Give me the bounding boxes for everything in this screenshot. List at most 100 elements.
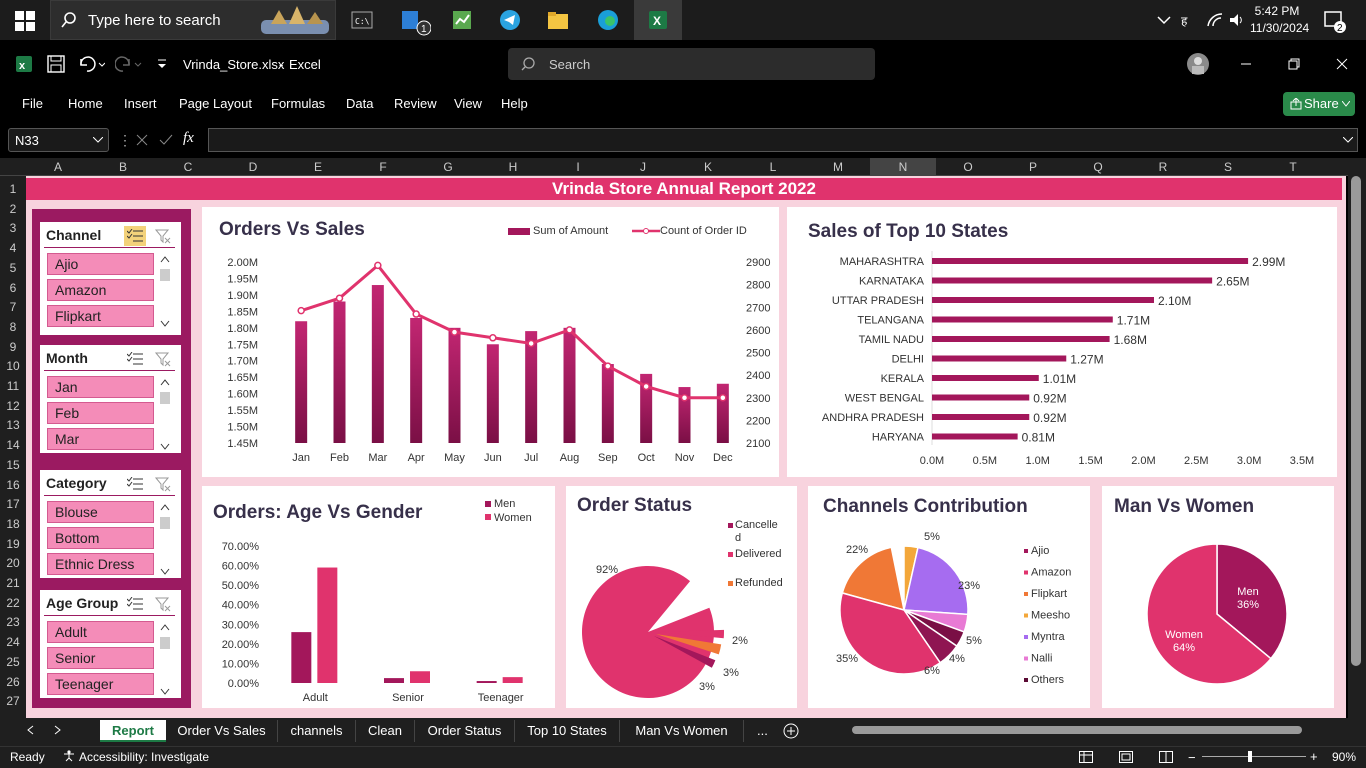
- slicer-item[interactable]: Ethnic Dress: [47, 553, 154, 575]
- slicer-item[interactable]: Flipkart: [47, 305, 154, 327]
- insert-function-button[interactable]: fx: [183, 130, 194, 147]
- clear-filter-icon[interactable]: [154, 227, 172, 245]
- column-header[interactable]: B: [113, 160, 133, 174]
- customize-toolbar-icon[interactable]: [154, 56, 170, 72]
- menu-review[interactable]: Review: [394, 96, 437, 111]
- row-header[interactable]: 25: [0, 655, 26, 669]
- task-view-icon[interactable]: 1: [398, 6, 432, 36]
- column-header[interactable]: E: [308, 160, 328, 174]
- vertical-scroll-thumb[interactable]: [1351, 176, 1361, 666]
- sheet-tab[interactable]: Report: [100, 720, 166, 742]
- row-header[interactable]: 9: [0, 340, 26, 354]
- add-sheet-icon[interactable]: [782, 722, 800, 740]
- row-header[interactable]: 16: [0, 478, 26, 492]
- row-header[interactable]: 19: [0, 537, 26, 551]
- row-header[interactable]: 13: [0, 418, 26, 432]
- column-header[interactable]: G: [438, 160, 458, 174]
- row-header[interactable]: 6: [0, 281, 26, 295]
- row-header[interactable]: 3: [0, 221, 26, 235]
- row-header[interactable]: 2: [0, 202, 26, 216]
- column-header[interactable]: J: [633, 160, 653, 174]
- slicer-item[interactable]: Ajio: [47, 253, 154, 275]
- more-sheets[interactable]: ...: [757, 720, 768, 742]
- row-header[interactable]: 17: [0, 497, 26, 511]
- slicer-scrollbar[interactable]: [159, 254, 171, 329]
- zoom-level[interactable]: 90%: [1332, 750, 1356, 764]
- enter-check-icon[interactable]: [158, 132, 174, 148]
- edge-browser-icon[interactable]: [596, 8, 620, 32]
- row-header[interactable]: 8: [0, 320, 26, 334]
- clear-filter-icon[interactable]: [154, 475, 172, 493]
- column-header[interactable]: C: [178, 160, 198, 174]
- wifi-icon[interactable]: [1206, 11, 1224, 29]
- menu-formulas[interactable]: Formulas: [271, 96, 325, 111]
- cancel-x-icon[interactable]: [134, 132, 150, 148]
- row-header[interactable]: 27: [0, 694, 26, 708]
- column-header[interactable]: T: [1283, 160, 1303, 174]
- zoom-slider[interactable]: [1202, 756, 1306, 757]
- row-header[interactable]: 20: [0, 556, 26, 570]
- sheet-tab[interactable]: Man Vs Women: [620, 720, 744, 742]
- menu-file[interactable]: File: [22, 96, 43, 111]
- file-explorer-icon[interactable]: [546, 8, 570, 32]
- zoom-out-button[interactable]: −: [1188, 750, 1196, 765]
- slicer-item[interactable]: Amazon: [47, 279, 154, 301]
- slicer-scrollbar[interactable]: [159, 502, 171, 575]
- row-header[interactable]: 1: [0, 182, 26, 196]
- slicer-item[interactable]: Senior: [47, 647, 154, 669]
- notepad-chart-icon[interactable]: [450, 8, 474, 32]
- row-header[interactable]: 14: [0, 438, 26, 452]
- slicer-item[interactable]: Bottom: [47, 527, 154, 549]
- chevron-up-icon[interactable]: [1156, 12, 1172, 28]
- clear-filter-icon[interactable]: [154, 350, 172, 368]
- slicer-item[interactable]: Adult: [47, 621, 154, 643]
- row-header[interactable]: 12: [0, 399, 26, 413]
- close-icon[interactable]: [1332, 54, 1352, 74]
- sheet-tab[interactable]: Top 10 States: [515, 720, 620, 742]
- slicer-item[interactable]: Feb: [47, 402, 154, 424]
- notification-icon[interactable]: 2: [1322, 8, 1348, 34]
- row-header[interactable]: 18: [0, 517, 26, 531]
- row-header[interactable]: 21: [0, 576, 26, 590]
- row-header[interactable]: 5: [0, 261, 26, 275]
- clock-time[interactable]: 5:42 PM: [1252, 4, 1302, 18]
- slicer-item[interactable]: Blouse: [47, 501, 154, 523]
- chevron-down-icon[interactable]: [92, 134, 104, 146]
- column-header[interactable]: M: [828, 160, 848, 174]
- column-header[interactable]: H: [503, 160, 523, 174]
- accessibility-icon[interactable]: [62, 749, 76, 763]
- restore-icon[interactable]: [1284, 54, 1304, 74]
- clock-date[interactable]: 11/30/2024: [1250, 21, 1309, 35]
- column-header[interactable]: R: [1153, 160, 1173, 174]
- sheet-tab[interactable]: channels: [278, 720, 356, 742]
- row-header[interactable]: 23: [0, 615, 26, 629]
- column-header[interactable]: F: [373, 160, 393, 174]
- row-header[interactable]: 11: [0, 379, 26, 393]
- expand-formula-icon[interactable]: [1342, 134, 1354, 146]
- multi-select-icon[interactable]: [124, 474, 146, 494]
- row-header[interactable]: 24: [0, 635, 26, 649]
- avatar[interactable]: [1186, 52, 1210, 76]
- menu-view[interactable]: View: [454, 96, 482, 111]
- sheet-tab[interactable]: Order Status: [415, 720, 515, 742]
- column-header[interactable]: K: [698, 160, 718, 174]
- menu-data[interactable]: Data: [346, 96, 373, 111]
- row-header[interactable]: 4: [0, 241, 26, 255]
- column-header[interactable]: O: [958, 160, 978, 174]
- multi-select-icon[interactable]: [124, 226, 146, 246]
- volume-icon[interactable]: [1228, 11, 1246, 29]
- normal-view-icon[interactable]: [1078, 749, 1094, 765]
- keyboard-language-icon[interactable]: ह: [1180, 11, 1198, 29]
- clear-filter-icon[interactable]: [154, 595, 172, 613]
- horizontal-scroll-thumb[interactable]: [852, 726, 1302, 734]
- multi-select-icon[interactable]: [124, 349, 146, 369]
- undo-icon[interactable]: [76, 54, 106, 74]
- sheet-tab[interactable]: Order Vs Sales: [166, 720, 278, 742]
- row-header[interactable]: 10: [0, 359, 26, 373]
- minimize-icon[interactable]: [1236, 54, 1256, 74]
- sheet-tab[interactable]: Clean: [356, 720, 415, 742]
- slicer-item[interactable]: Jan: [47, 376, 154, 398]
- column-header[interactable]: D: [243, 160, 263, 174]
- column-header[interactable]: S: [1218, 160, 1238, 174]
- formula-input[interactable]: [208, 128, 1358, 152]
